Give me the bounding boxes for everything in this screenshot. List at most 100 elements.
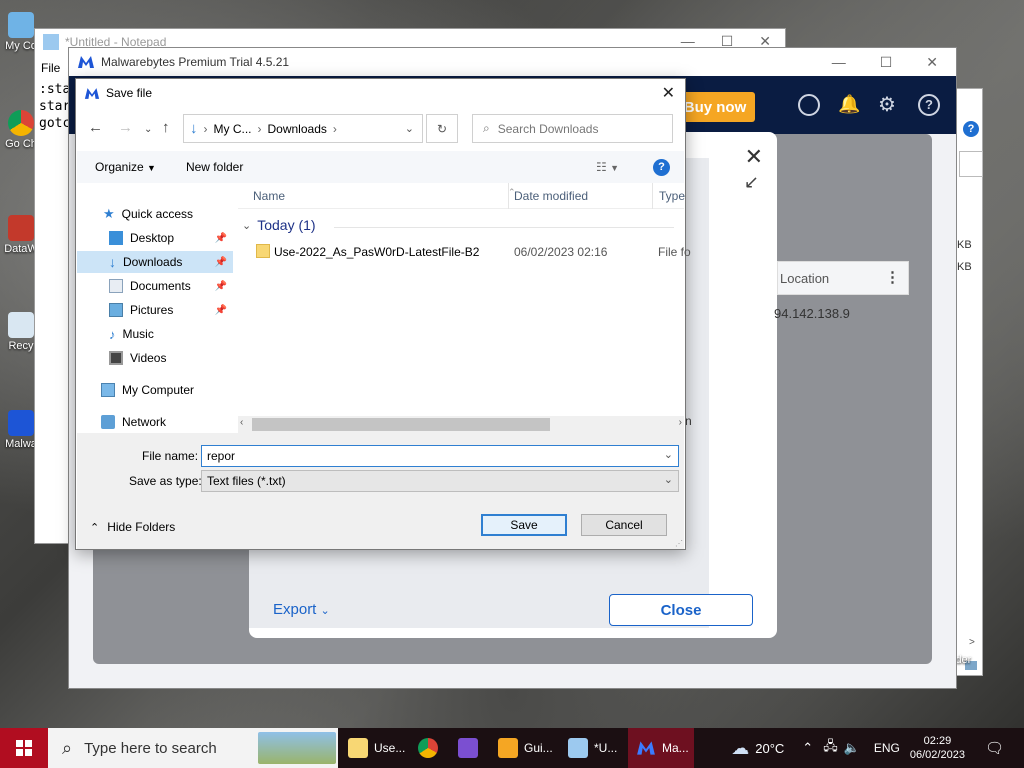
taskbar-app-malwarebytes[interactable]: Ma... [628, 728, 694, 768]
export-button[interactable]: Export ⌄ [273, 601, 330, 618]
taskbar-app-visual-studio[interactable] [450, 728, 490, 768]
column-name[interactable]: Name [253, 189, 285, 203]
new-folder-button[interactable]: New folder [186, 160, 243, 174]
resize-grip-icon[interactable]: ⋰ [675, 539, 683, 548]
group-header-today[interactable]: ⌄ Today (1) [242, 217, 316, 233]
nav-quick-access[interactable]: ★ Quick access [103, 203, 193, 225]
nav-desktop[interactable]: Desktop 📌 [109, 227, 233, 249]
nav-network[interactable]: Network [101, 411, 166, 433]
taskbar-app-guide[interactable]: Gui... [490, 728, 556, 768]
nav-documents[interactable]: Documents 📌 [109, 275, 233, 297]
nav-my-computer[interactable]: My Computer [101, 379, 194, 401]
chevron-down-icon: ⌄ [663, 474, 673, 486]
nav-music[interactable]: ♪ Music [109, 323, 154, 345]
notepad-text-area[interactable]: :sta star gotc [39, 81, 70, 132]
collapse-arrow-icon[interactable]: ↙ [744, 172, 759, 193]
network-icon[interactable]: 🖧 [823, 737, 838, 759]
malwarebytes-icon [8, 410, 34, 436]
start-button[interactable] [0, 728, 48, 768]
taskbar-app-notepad[interactable]: *U... [560, 728, 626, 768]
column-headers: Name ⌃ Date modified Type [238, 183, 685, 209]
desktop-icon-recycle-bin[interactable]: Recy [4, 312, 38, 352]
menu-file[interactable]: File [41, 61, 60, 75]
clock[interactable]: 02:29 06/02/2023 [910, 734, 965, 762]
nav-videos[interactable]: Videos [109, 347, 166, 369]
address-dropdown-icon[interactable]: ⌄ [405, 122, 414, 135]
mb-window-controls: — ☐ ✕ [832, 54, 938, 71]
videos-icon [109, 351, 123, 365]
pictures-icon [109, 303, 123, 317]
close-button[interactable]: Close [609, 594, 753, 626]
desktop-icon-computer[interactable]: My Co [4, 12, 38, 52]
volume-icon[interactable]: 🔈 [844, 740, 860, 756]
search-box-fragment[interactable] [959, 151, 983, 177]
background-window[interactable]: ? KB KB > lder [953, 88, 983, 676]
save-button[interactable]: Save [481, 514, 567, 536]
visual-studio-icon [458, 738, 478, 758]
settings-gear-icon[interactable]: ⚙ [878, 92, 896, 117]
desktop-icon-malwarebytes[interactable]: Malwa [4, 410, 38, 450]
folder-icon [348, 738, 368, 758]
buy-now-button[interactable]: Buy now [675, 92, 755, 122]
scrollbar-thumb[interactable] [252, 418, 550, 431]
close-icon[interactable]: ✕ [745, 144, 763, 170]
notifications-bell-icon[interactable]: 🔔 [838, 94, 860, 115]
desktop-icon-dataw[interactable]: DataW [4, 215, 38, 255]
forward-arrow-icon[interactable]: → [118, 119, 133, 136]
recent-locations-chevron-icon[interactable]: ⌄ [144, 124, 152, 135]
address-bar[interactable]: ↓ › My C... › Downloads › ⌄ [183, 114, 423, 143]
back-arrow-icon[interactable]: ← [88, 119, 103, 136]
up-arrow-icon[interactable]: ↑ [162, 119, 170, 136]
column-divider[interactable] [652, 183, 653, 209]
file-name-input[interactable]: repor ⌄ [201, 445, 679, 467]
location-column-header[interactable]: Location ⋮ [777, 261, 909, 295]
command-bar: Organize ▼ New folder ☷ ▼ ? [77, 151, 684, 183]
text-line: star [39, 99, 71, 114]
view-options-icon[interactable]: ☷ ▼ [596, 160, 619, 174]
minimize-icon[interactable]: — [832, 54, 846, 71]
scroll-right-icon[interactable]: › [679, 417, 682, 428]
column-date-modified[interactable]: Date modified [514, 189, 588, 203]
help-icon[interactable]: ? [963, 121, 979, 137]
hide-folders-toggle[interactable]: ⌃ Hide Folders [90, 520, 175, 534]
cancel-button[interactable]: Cancel [581, 514, 667, 536]
weather-temperature[interactable]: 20°C [755, 741, 784, 756]
nav-downloads[interactable]: ↓ Downloads 📌 [77, 251, 233, 273]
maximize-icon[interactable]: ☐ [880, 54, 893, 71]
save-as-type-select[interactable]: Text files (*.txt) ⌄ [201, 470, 679, 492]
taskbar-app-explorer[interactable]: Use... [340, 728, 406, 768]
notifications-icon[interactable]: 🗨 [985, 739, 1004, 757]
breadcrumb-my-computer[interactable]: My C... [214, 122, 252, 136]
close-icon[interactable]: ✕ [926, 54, 938, 71]
account-icon[interactable] [798, 94, 820, 116]
help-icon[interactable]: ? [653, 158, 670, 176]
taskbar-app-chrome[interactable] [410, 728, 450, 768]
close-icon[interactable]: ✕ [662, 83, 675, 103]
refresh-button[interactable]: ↻ [426, 114, 458, 143]
malwarebytes-logo-icon [78, 56, 94, 68]
organize-button[interactable]: Organize ▼ [95, 160, 156, 174]
scroll-right-icon[interactable]: > [969, 637, 975, 648]
breadcrumb-separator-icon: › [203, 121, 208, 136]
size-label: KB [957, 239, 972, 251]
weather-cloud-icon[interactable]: ☁ [731, 738, 749, 759]
chevron-down-icon[interactable]: ⌄ [664, 448, 673, 461]
language-indicator[interactable]: ENG [874, 741, 900, 755]
show-hidden-icons-chevron-icon[interactable]: ⌃ [802, 740, 813, 756]
column-divider[interactable] [508, 183, 509, 209]
guide-app-icon [498, 738, 518, 758]
file-row[interactable]: Use-2022_As_PasW0rD-LatestFile-B2 06/02/… [252, 241, 691, 263]
file-type: File fo [658, 245, 691, 259]
save-file-dialog[interactable]: Save file ✕ ← → ⌄ ↑ ↓ › My C... › Downlo… [75, 78, 691, 550]
help-icon[interactable]: ? [918, 94, 940, 116]
column-type[interactable]: Type [659, 189, 685, 203]
scroll-left-icon[interactable]: ‹ [240, 417, 243, 428]
nav-pictures[interactable]: Pictures 📌 [109, 299, 233, 321]
search-highlight-icon[interactable] [258, 732, 336, 764]
desktop-icon-chrome[interactable]: Go Ch [4, 110, 38, 150]
search-downloads-input[interactable]: ⌕ Search Downloads [472, 114, 673, 143]
windows-logo-icon [16, 740, 32, 756]
more-options-icon[interactable]: ⋮ [885, 268, 900, 286]
horizontal-scrollbar[interactable]: ‹ › [238, 416, 684, 433]
breadcrumb-downloads[interactable]: Downloads [268, 122, 327, 136]
